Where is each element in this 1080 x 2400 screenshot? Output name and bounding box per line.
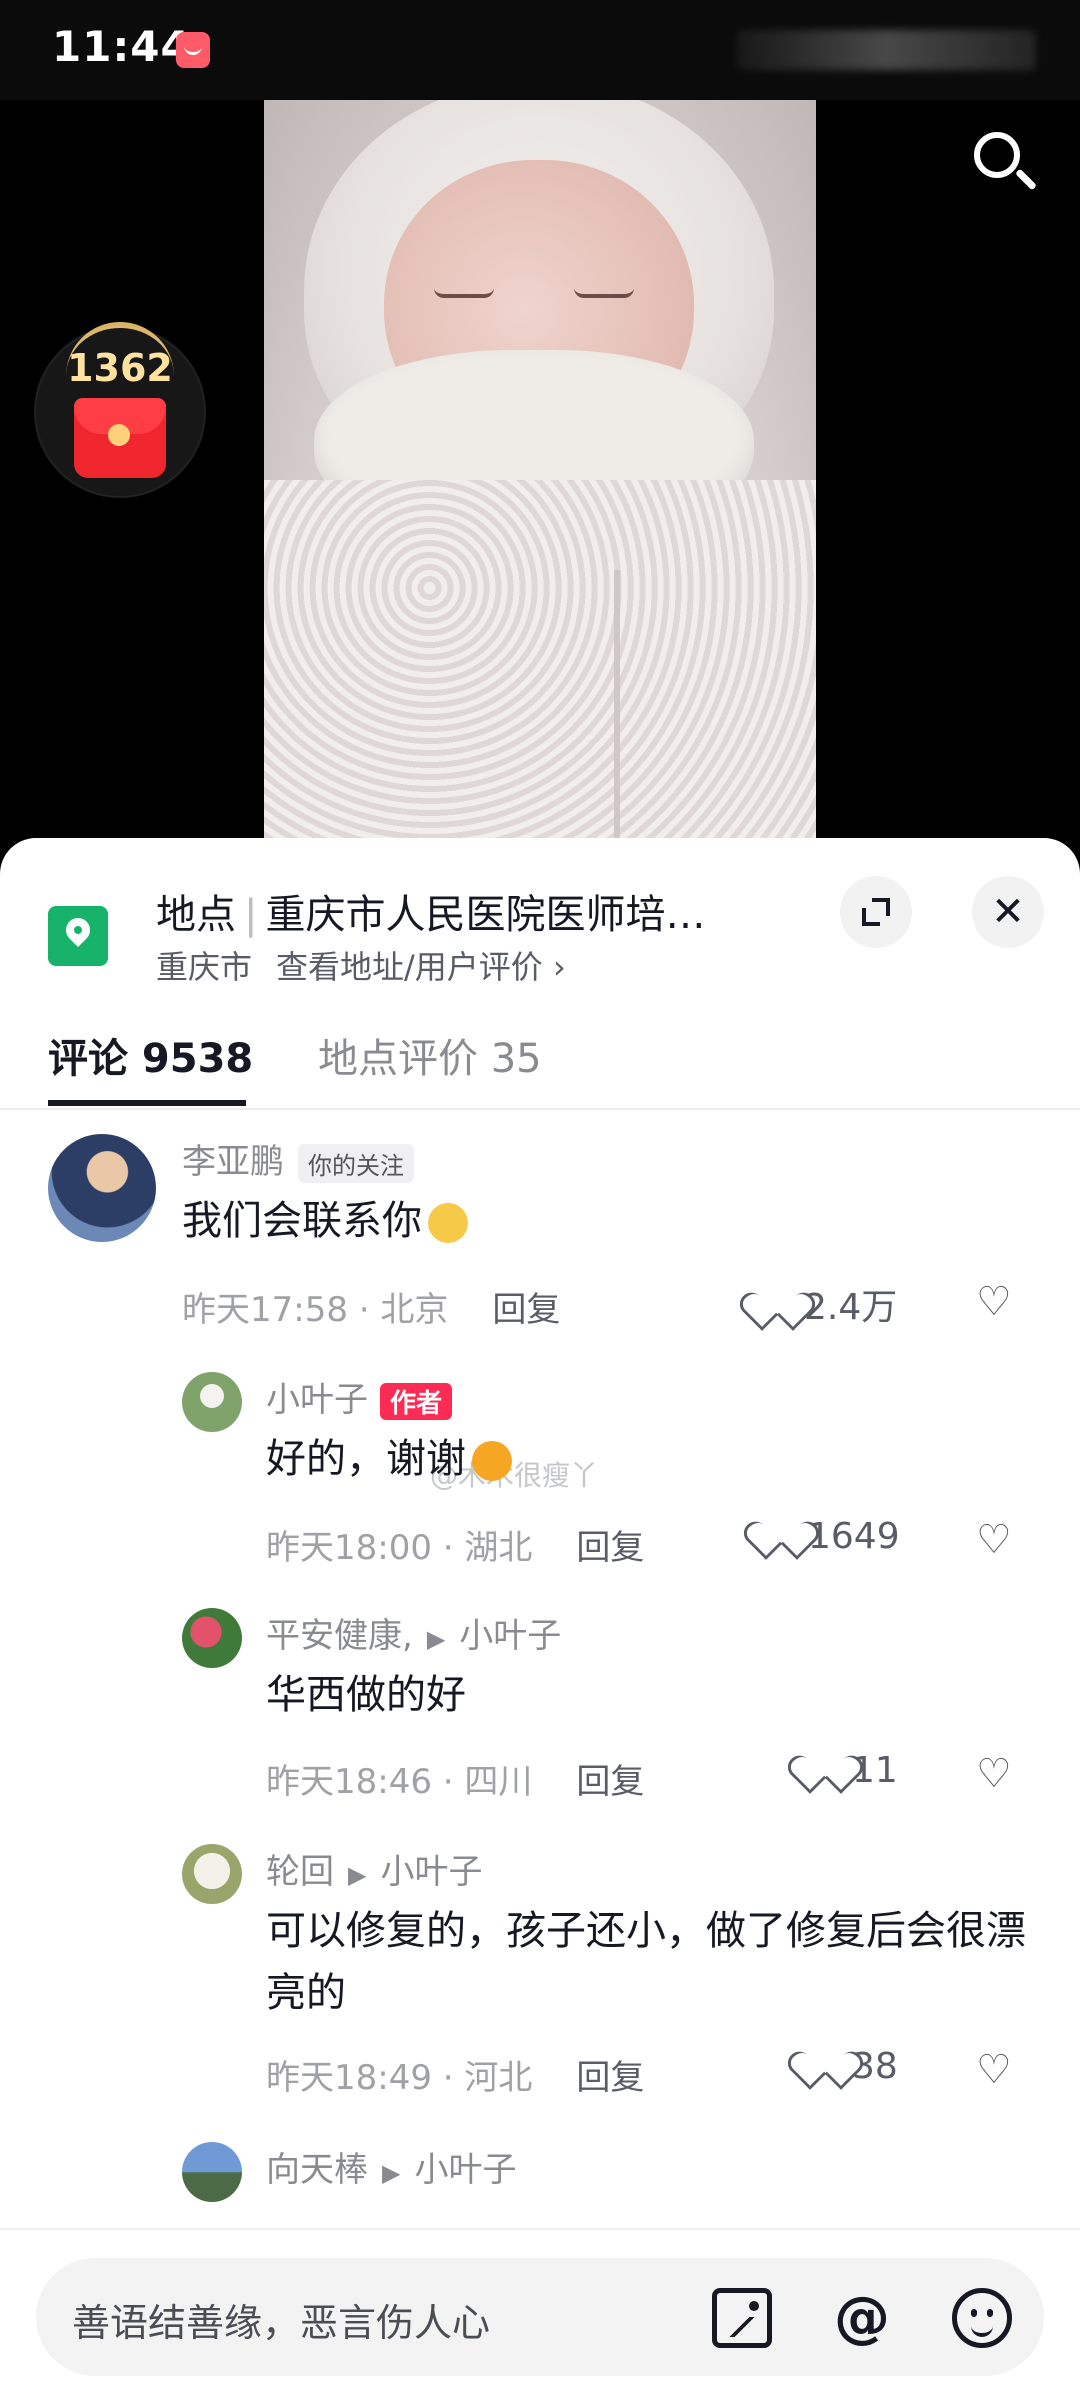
like-button[interactable]: 11 <box>804 1750 898 1791</box>
like-button[interactable]: 38 <box>804 2046 898 2087</box>
comment-input-bar: 善语结善缘，恶言伤人心 @ <box>0 2228 1080 2400</box>
reply-target: 小叶子 <box>380 1852 483 1892</box>
comment-author[interactable]: 小叶子 作者 <box>266 1372 453 1421</box>
comment-text: 可以修复的，孩子还小，做了修复后会很漂亮的 <box>266 1908 1026 2016</box>
location-name: 重庆市人民医院医师培… <box>265 892 706 938</box>
reply-arrow-icon: ▶ <box>382 2159 401 2187</box>
dislike-button[interactable]: ♡ <box>976 1752 1020 1796</box>
input-placeholder: 善语结善缘，恶言伤人心 <box>72 2301 491 2345</box>
search-icon <box>974 132 1020 178</box>
avatar[interactable] <box>182 1844 242 1904</box>
comment-text: 我们会联系你 <box>182 1190 468 1252</box>
emoji-icon <box>428 1203 468 1243</box>
image-icon[interactable] <box>712 2288 772 2348</box>
tab-indicator <box>48 1100 246 1106</box>
follow-tag: 你的关注 <box>298 1144 414 1183</box>
comment-meta: 昨天17:58 · 北京 回复 <box>182 1282 560 1331</box>
heart-icon <box>804 2050 844 2086</box>
avatar[interactable] <box>182 2142 242 2202</box>
video-area[interactable]: 1362 <box>0 100 1080 840</box>
dislike-button[interactable]: ♡ <box>976 2048 1020 2092</box>
comment-author[interactable]: 轮回 ▶ 小叶子 <box>266 1844 482 1893</box>
comment-time: 昨天18:49 · 河北 <box>266 2058 533 2098</box>
expand-button[interactable] <box>840 876 912 948</box>
comment-time: 昨天18:00 · 湖北 <box>266 1528 533 1568</box>
tab-reviews[interactable]: 地点评价 35 <box>318 1026 542 1084</box>
shopping-bag-icon <box>176 32 210 68</box>
reply-target: 小叶子 <box>459 1616 562 1656</box>
reply-arrow-icon: ▶ <box>426 1625 446 1653</box>
close-icon: ✕ <box>991 889 1025 935</box>
comment-text: 好的，谢谢 <box>266 1428 512 1490</box>
location-header[interactable]: 地点 | 重庆市人民医院医师培… 重庆市 查看地址/用户评价 › ✕ <box>0 838 1080 998</box>
tab-bar: 评论 9538 地点评价 35 <box>0 998 1080 1110</box>
comment-time: 昨天18:46 · 四川 <box>266 1762 533 1802</box>
reply-target: 小叶子 <box>414 2150 517 2190</box>
heart-icon <box>756 1291 796 1327</box>
red-packet-badge[interactable]: 1362 <box>36 322 204 496</box>
location-pin-icon <box>48 906 108 966</box>
like-button[interactable]: 2.4万 <box>756 1278 897 1330</box>
comment-input[interactable]: 善语结善缘，恶言伤人心 @ <box>36 2258 1044 2376</box>
author-tag: 作者 <box>380 1383 453 1420</box>
comment-time: 昨天17:58 · 北京 <box>182 1290 449 1330</box>
heart-icon <box>760 1520 800 1556</box>
broken-heart-icon: ♡ <box>976 1751 1012 1797</box>
status-bar: 11:44 <box>0 0 1080 100</box>
location-link[interactable]: 查看地址/用户评价 › <box>276 948 566 986</box>
location-title[interactable]: 地点 | 重庆市人民医院医师培… <box>156 882 796 940</box>
dislike-button[interactable]: ♡ <box>976 1280 1020 1324</box>
comment-author[interactable]: 李亚鹏 你的关注 <box>182 1134 414 1183</box>
location-label: 地点 <box>156 892 236 938</box>
location-city: 重庆市 <box>156 948 253 986</box>
close-button[interactable]: ✕ <box>972 876 1044 948</box>
avatar[interactable] <box>48 1134 156 1242</box>
location-subtitle[interactable]: 重庆市 查看地址/用户评价 › <box>156 942 566 988</box>
like-button[interactable]: 1649 <box>760 1516 900 1557</box>
comment-sheet: 地点 | 重庆市人民医院医师培… 重庆市 查看地址/用户评价 › ✕ 评论 9538 … <box>0 838 1080 2400</box>
heart-icon <box>804 1754 844 1790</box>
red-packet-icon <box>74 398 166 478</box>
comment-meta: 昨天18:00 · 湖北 回复 <box>266 1520 644 1569</box>
video-frame[interactable] <box>264 100 816 840</box>
avatar[interactable] <box>182 1372 242 1432</box>
broken-heart-icon: ♡ <box>976 1279 1012 1325</box>
comment-meta: 昨天18:49 · 河北 回复 <box>266 2050 644 2099</box>
status-time: 11:44 <box>52 22 191 71</box>
pray-emoji-icon <box>472 1441 512 1481</box>
comment-author[interactable]: 向天棒 ▶ 小叶子 <box>266 2142 516 2191</box>
reply-arrow-icon: ▶ <box>348 1861 367 1889</box>
avatar[interactable] <box>182 1608 242 1668</box>
emoji-icon[interactable] <box>952 2288 1012 2348</box>
photo-suit <box>264 480 816 840</box>
broken-heart-icon: ♡ <box>976 2047 1012 2093</box>
comment-meta: 昨天18:46 · 四川 回复 <box>266 1754 644 1803</box>
reply-button[interactable]: 回复 <box>576 2058 644 2098</box>
reply-button[interactable]: 回复 <box>492 1290 560 1330</box>
like-count: 2.4万 <box>804 1287 898 1328</box>
comment-text: 华西做的好 <box>266 1672 466 1718</box>
status-indicators <box>736 30 1036 70</box>
tab-comments[interactable]: 评论 9538 <box>48 1026 253 1084</box>
broken-heart-icon: ♡ <box>976 1517 1012 1563</box>
search-button[interactable] <box>960 120 1044 204</box>
comment-author[interactable]: 平安健康, ▶ 小叶子 <box>266 1608 561 1657</box>
coin-count: 1362 <box>67 346 173 390</box>
mention-icon[interactable]: @ <box>832 2288 892 2348</box>
expand-icon <box>862 898 890 926</box>
reply-button[interactable]: 回复 <box>576 1528 644 1568</box>
reply-button[interactable]: 回复 <box>576 1762 644 1802</box>
dislike-button[interactable]: ♡ <box>976 1518 1020 1562</box>
like-count: 1649 <box>808 1516 900 1557</box>
